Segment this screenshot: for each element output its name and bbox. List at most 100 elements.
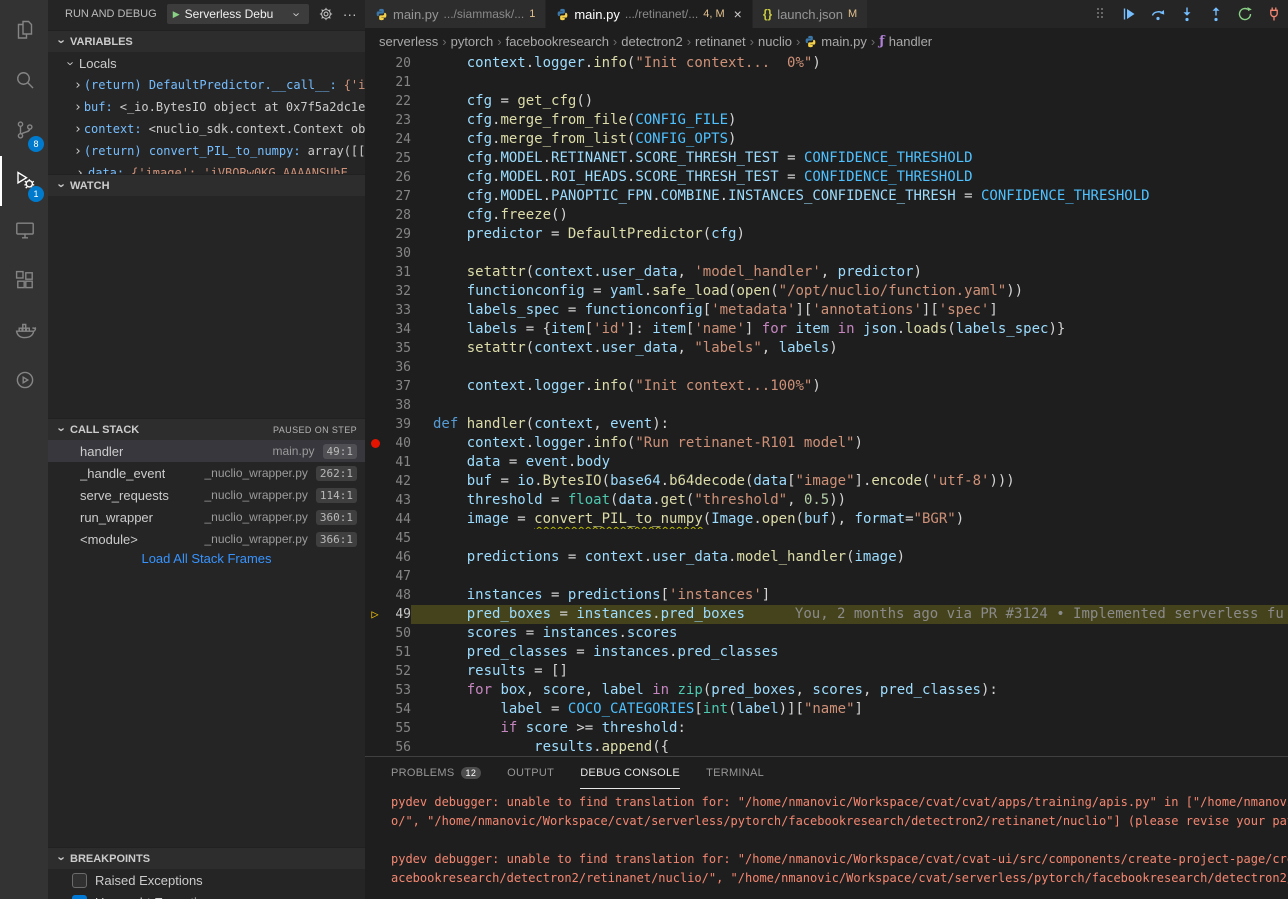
line-number[interactable]: 33 — [385, 301, 411, 320]
gutter-glyph-margin[interactable] — [365, 491, 385, 510]
panel-tab-terminal[interactable]: TERMINAL — [706, 757, 764, 789]
line-number[interactable]: 30 — [385, 244, 411, 263]
line-number[interactable]: 51 — [385, 643, 411, 662]
gutter-glyph-margin[interactable] — [365, 206, 385, 225]
gutter-glyph-margin[interactable] — [365, 168, 385, 187]
gutter-glyph-margin[interactable] — [365, 149, 385, 168]
breadcrumb-item[interactable]: serverless — [379, 34, 438, 49]
stack-frame[interactable]: serve_requests_nuclio_wrapper.py114:1 — [48, 484, 365, 506]
continue-button[interactable] — [1121, 6, 1137, 22]
line-number[interactable]: 56 — [385, 738, 411, 756]
gutter-glyph-margin[interactable] — [365, 225, 385, 244]
variable-row[interactable]: ›(return) convert_PIL_to_numpy:array([[[… — [48, 140, 365, 162]
breadcrumb-item[interactable]: facebookresearch — [506, 34, 609, 49]
variable-row[interactable]: ›(return) DefaultPredictor.__call__:{'in… — [48, 74, 365, 96]
line-number[interactable]: 32 — [385, 282, 411, 301]
gutter-glyph-margin[interactable] — [365, 244, 385, 263]
gear-icon[interactable] — [319, 7, 333, 21]
gutter-glyph-margin[interactable] — [365, 700, 385, 719]
line-number[interactable]: 49 — [385, 605, 411, 624]
gutter-glyph-margin[interactable] — [365, 339, 385, 358]
line-number[interactable]: 31 — [385, 263, 411, 282]
gutter-glyph-margin[interactable] — [365, 681, 385, 700]
line-number[interactable]: 36 — [385, 358, 411, 377]
start-debugging-icon[interactable]: ▶ — [173, 9, 180, 20]
breadcrumb-item[interactable]: ƒhandler — [879, 34, 932, 49]
line-number[interactable]: 47 — [385, 567, 411, 586]
gutter-glyph-margin[interactable] — [365, 738, 385, 756]
gutter-glyph-margin[interactable] — [365, 510, 385, 529]
line-number[interactable]: 44 — [385, 510, 411, 529]
step-into-button[interactable] — [1179, 6, 1195, 22]
gutter-glyph-margin[interactable] — [365, 282, 385, 301]
editor-tab-main-py[interactable]: main.py.../retinanet/...4, M× — [546, 0, 753, 28]
line-number[interactable]: 54 — [385, 700, 411, 719]
breakpoints-section-header[interactable]: › BREAKPOINTS — [48, 847, 365, 869]
panel-tab-debug-console[interactable]: DEBUG CONSOLE — [580, 757, 680, 789]
gutter-glyph-margin[interactable] — [365, 548, 385, 567]
variables-section-header[interactable]: › VARIABLES — [48, 30, 365, 52]
variables-scope-locals[interactable]: ›Locals — [48, 52, 365, 74]
line-number[interactable]: 35 — [385, 339, 411, 358]
breadcrumb-item[interactable]: nuclio — [758, 34, 792, 49]
line-number[interactable]: 29 — [385, 225, 411, 244]
gutter-glyph-margin[interactable] — [365, 301, 385, 320]
line-number[interactable]: 43 — [385, 491, 411, 510]
line-number[interactable]: 39 — [385, 415, 411, 434]
activity-item-extensions[interactable] — [0, 256, 48, 306]
current-frame-arrow-icon[interactable]: ▷ — [365, 605, 385, 624]
activity-item-run-circle[interactable] — [0, 356, 48, 406]
breadcrumb-item[interactable]: retinanet — [695, 34, 746, 49]
debug-console-output[interactable]: pydev debugger: unable to find translati… — [365, 789, 1288, 888]
gutter-glyph-margin[interactable] — [365, 415, 385, 434]
breakpoint-row[interactable]: Raised Exceptions — [48, 869, 365, 891]
activity-item-run-and-debug[interactable]: 1 — [0, 156, 48, 206]
line-number[interactable]: 48 — [385, 586, 411, 605]
gutter-glyph-margin[interactable] — [365, 92, 385, 111]
stack-frame[interactable]: handlermain.py49:1 — [48, 440, 365, 462]
activity-item-source-control[interactable]: 8 — [0, 106, 48, 156]
line-number[interactable]: 23 — [385, 111, 411, 130]
panel-tab-problems[interactable]: PROBLEMS12 — [391, 757, 481, 789]
line-number[interactable]: 27 — [385, 187, 411, 206]
gutter-glyph-margin[interactable] — [365, 529, 385, 548]
line-number[interactable]: 42 — [385, 472, 411, 491]
breadcrumb-item[interactable]: pytorch — [451, 34, 494, 49]
breakpoint-row[interactable]: ✓Uncaught Exceptions — [48, 891, 365, 899]
line-number[interactable]: 28 — [385, 206, 411, 225]
panel-tab-output[interactable]: OUTPUT — [507, 757, 554, 789]
line-number[interactable]: 25 — [385, 149, 411, 168]
editor-tab-main-py[interactable]: main.py.../siammask/...1 — [365, 0, 546, 28]
gutter-glyph-margin[interactable] — [365, 453, 385, 472]
line-number[interactable]: 24 — [385, 130, 411, 149]
checkbox[interactable]: ✓ — [72, 895, 87, 899]
line-number[interactable]: 50 — [385, 624, 411, 643]
gutter-glyph-margin[interactable] — [365, 73, 385, 92]
gutter-glyph-margin[interactable] — [365, 187, 385, 206]
watch-section-header[interactable]: › WATCH — [48, 174, 365, 196]
line-number[interactable]: 22 — [385, 92, 411, 111]
line-number[interactable]: 26 — [385, 168, 411, 187]
gutter-glyph-margin[interactable] — [365, 54, 385, 73]
line-number[interactable]: 55 — [385, 719, 411, 738]
line-number[interactable]: 46 — [385, 548, 411, 567]
step-over-button[interactable] — [1150, 6, 1166, 22]
line-number[interactable]: 21 — [385, 73, 411, 92]
gutter-glyph-margin[interactable] — [365, 377, 385, 396]
line-number[interactable]: 38 — [385, 396, 411, 415]
gutter-glyph-margin[interactable] — [365, 624, 385, 643]
stack-frame[interactable]: run_wrapper_nuclio_wrapper.py360:1 — [48, 506, 365, 528]
line-number[interactable]: 40 — [385, 434, 411, 453]
line-number[interactable]: 45 — [385, 529, 411, 548]
activity-item-search[interactable] — [0, 56, 48, 106]
activity-item-explorer[interactable] — [0, 6, 48, 56]
gutter-glyph-margin[interactable] — [365, 662, 385, 681]
line-number[interactable]: 52 — [385, 662, 411, 681]
stack-frame[interactable]: _handle_event_nuclio_wrapper.py262:1 — [48, 462, 365, 484]
line-number[interactable]: 53 — [385, 681, 411, 700]
stack-frame[interactable]: <module>_nuclio_wrapper.py366:1 — [48, 528, 365, 550]
line-number[interactable]: 20 — [385, 54, 411, 73]
line-number[interactable]: 41 — [385, 453, 411, 472]
call-stack-section-header[interactable]: › CALL STACK PAUSED ON STEP — [48, 418, 365, 440]
gutter-glyph-margin[interactable] — [365, 719, 385, 738]
